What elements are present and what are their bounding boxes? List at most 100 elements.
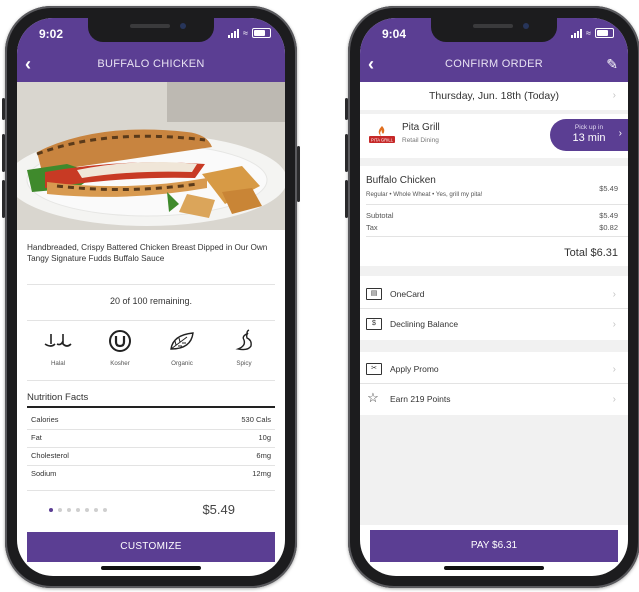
notch — [88, 18, 214, 42]
nutrient-name: Sodium — [31, 469, 57, 478]
volume-up-button — [2, 134, 5, 172]
phone-confirm-order: 9:04 ≈ ‹ CONFIRM ORDER ✎ Thursday, Jun. … — [345, 6, 639, 588]
carousel-dot[interactable] — [103, 508, 107, 512]
pickup-date: Thursday, Jun. 18th (Today) — [429, 90, 559, 102]
pencil-icon[interactable]: ✎ — [606, 56, 618, 73]
divider — [360, 266, 628, 276]
item-description: Handbreaded, Crispy Battered Chicken Bre… — [27, 243, 268, 263]
nutrient-value: 6mg — [256, 451, 271, 460]
card-icon: ▤ — [366, 288, 382, 300]
pickup-date-row[interactable]: Thursday, Jun. 18th (Today) › — [360, 82, 628, 110]
wifi-icon: ≈ — [586, 28, 591, 38]
battery-icon — [252, 28, 271, 38]
empty-area — [360, 415, 628, 525]
chevron-right-icon: › — [612, 289, 616, 300]
status-icons: ≈ — [571, 28, 614, 38]
tag-label: Spicy — [236, 360, 252, 367]
nav-title: BUFFALO CHICKEN — [97, 58, 205, 70]
chevron-right-icon: › — [618, 128, 622, 139]
divider — [27, 429, 275, 430]
pay-button[interactable]: PAY $6.31 — [370, 530, 618, 562]
tag-halal: Halal — [32, 328, 84, 367]
screen: 9:02 ≈ ‹ BUFFALO CHICKEN Handbreaded, Cr… — [17, 18, 285, 576]
order-total: Total $6.31 — [564, 247, 618, 259]
tag-kosher: Kosher — [94, 328, 146, 367]
nutrition-title: Nutrition Facts — [27, 392, 89, 403]
tag-label: Organic — [171, 360, 193, 367]
nutrition-row: Calories 530 Cals — [31, 415, 271, 424]
tax-row: Tax $0.82 — [366, 223, 618, 232]
nutrient-name: Fat — [31, 433, 42, 442]
signal-icon — [571, 29, 583, 38]
notch — [431, 18, 557, 42]
chevron-right-icon: › — [612, 394, 616, 405]
pickup-time: 13 min — [572, 132, 606, 144]
home-indicator[interactable] — [444, 566, 544, 570]
payment-onecard[interactable]: ▤ OneCard › — [360, 280, 628, 310]
home-indicator[interactable] — [101, 566, 201, 570]
vendor-subtitle: Retail Dining — [402, 137, 439, 144]
divider — [27, 284, 275, 285]
carousel-dot[interactable] — [85, 508, 89, 512]
status-icons: ≈ — [228, 28, 271, 38]
signal-icon — [228, 29, 240, 38]
carousel-dot[interactable] — [76, 508, 80, 512]
food-photo — [17, 82, 285, 230]
divider — [360, 158, 628, 166]
subtotal-value: $5.49 — [599, 211, 618, 220]
payment-declining-balance[interactable]: $ Declining Balance › — [360, 310, 628, 340]
promo-label: Earn 219 Points — [390, 394, 451, 404]
volume-down-button — [2, 180, 5, 218]
vendor-name: Pita Grill — [402, 122, 440, 133]
sandwich-image — [17, 82, 285, 230]
halal-icon — [32, 328, 84, 354]
battery-icon — [595, 28, 614, 38]
divider — [366, 236, 628, 237]
remaining-count: 20 of 100 remaining. — [109, 296, 193, 306]
tag-organic: Organic — [156, 328, 208, 367]
power-button — [297, 146, 300, 202]
customize-button[interactable]: CUSTOMIZE — [27, 532, 275, 562]
divider — [360, 340, 628, 352]
subtotal-label: Subtotal — [366, 211, 394, 220]
carousel-dot[interactable] — [94, 508, 98, 512]
order-item-options: Regular • Whole Wheat • Yes, grill my pi… — [366, 191, 483, 198]
vendor-logo: PITA GRILL — [369, 126, 395, 143]
dietary-tags: Halal Kosher Organic Spicy — [27, 328, 275, 367]
pepper-icon — [218, 328, 270, 354]
divider — [27, 447, 275, 448]
volume-up-button — [345, 134, 348, 172]
carousel-dot[interactable] — [58, 508, 62, 512]
carousel-dots[interactable] — [49, 508, 107, 512]
earn-points-row[interactable]: ☆ Earn 219 Points › — [360, 385, 628, 415]
leaf-icon — [156, 328, 208, 354]
item-price: $5.49 — [202, 502, 235, 517]
phone-item-detail: 9:02 ≈ ‹ BUFFALO CHICKEN Handbreaded, Cr… — [2, 6, 300, 588]
nutrient-name: Cholesterol — [31, 451, 69, 460]
tag-spicy: Spicy — [218, 328, 270, 367]
volume-down-button — [345, 180, 348, 218]
pickup-time-pill[interactable]: Pick up in 13 min › — [550, 119, 628, 151]
order-item-price: $5.49 — [599, 184, 618, 193]
divider — [27, 320, 275, 321]
mute-switch — [345, 98, 348, 120]
chevron-right-icon: › — [612, 90, 616, 101]
apply-promo-row[interactable]: ✂ Apply Promo › — [360, 355, 628, 385]
nutrition-divider — [27, 406, 275, 408]
nav-bar: ‹ BUFFALO CHICKEN — [17, 48, 285, 82]
kosher-icon — [94, 328, 146, 354]
coupon-icon: ✂ — [366, 363, 382, 375]
chevron-right-icon: › — [612, 319, 616, 330]
nutrient-value: 530 Cals — [241, 415, 271, 424]
nav-bar: ‹ CONFIRM ORDER ✎ — [360, 48, 628, 82]
nutrient-name: Calories — [31, 415, 59, 424]
carousel-dot[interactable] — [67, 508, 71, 512]
tag-label: Halal — [50, 360, 66, 367]
wifi-icon: ≈ — [243, 28, 248, 38]
status-time: 9:02 — [39, 27, 64, 41]
status-time: 9:04 — [382, 27, 407, 41]
nutrition-row: Cholesterol 6mg — [31, 451, 271, 460]
nutrient-value: 10g — [258, 433, 271, 442]
carousel-dot[interactable] — [49, 508, 53, 512]
payment-label: OneCard — [390, 289, 425, 299]
